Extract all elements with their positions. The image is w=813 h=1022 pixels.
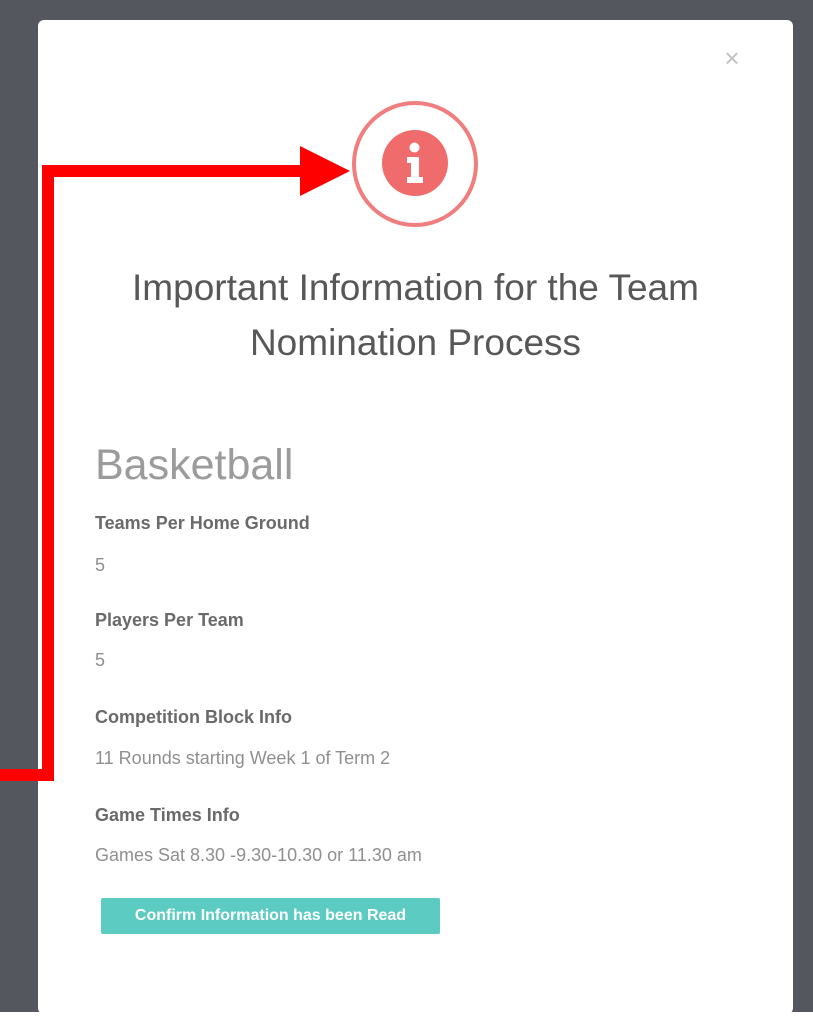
close-button[interactable]: × — [720, 44, 744, 72]
game-times-info-label: Game Times Info — [95, 805, 240, 825]
info-circle-icon — [352, 101, 478, 227]
modal-title: Important Information for the Team Nomin… — [132, 267, 699, 363]
competition-block-info-value: 11 Rounds starting Week 1 of Term 2 — [95, 748, 391, 768]
confirm-information-button[interactable]: Confirm Information has been Read — [101, 898, 440, 934]
close-icon: × — [724, 43, 740, 73]
teams-per-home-ground-value: 5 — [95, 555, 106, 575]
players-per-team-value: 5 — [95, 650, 106, 670]
teams-per-home-ground-label: Teams Per Home Ground — [95, 513, 310, 533]
sport-heading: Basketball — [95, 441, 294, 489]
info-modal: × Important Information for the Team Nom… — [38, 20, 793, 1014]
game-times-info-value: Games Sat 8.30 -9.30-10.30 or 11.30 am — [95, 845, 422, 865]
players-per-team-label: Players Per Team — [95, 610, 244, 630]
competition-block-info-label: Competition Block Info — [95, 707, 292, 727]
